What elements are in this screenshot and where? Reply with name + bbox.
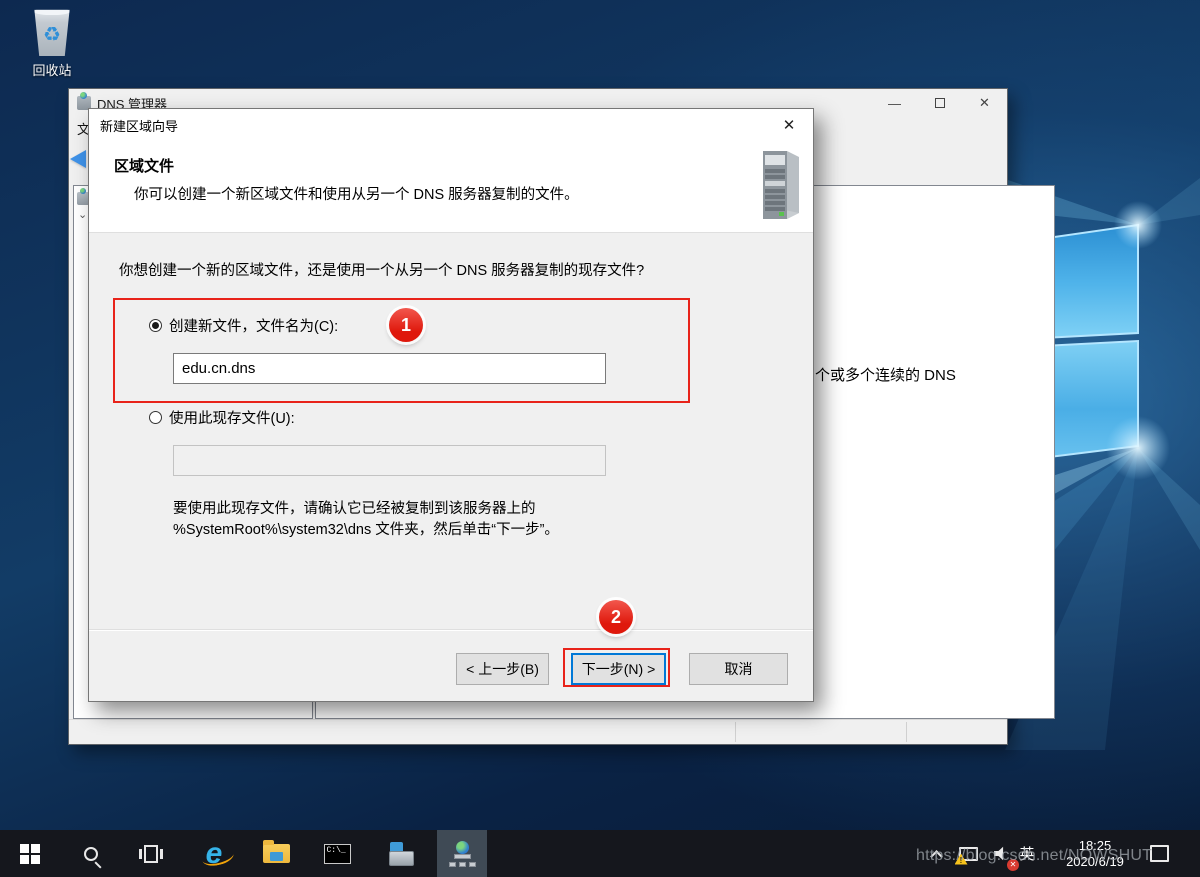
cancel-button[interactable]: 取消 (689, 653, 788, 685)
recycle-bin-label: 回收站 (32, 63, 72, 78)
annotation-step-1: 1 (389, 308, 423, 342)
wizard-question: 你想创建一个新的区域文件，还是使用一个从另一个 DNS 服务器复制的现存文件? (119, 263, 645, 279)
watermark-text: https://blog.csdn.net/NOWSHUT (916, 847, 1153, 864)
dns-manager-icon (449, 840, 476, 867)
wizard-note-line1: 要使用此现存文件，请确认它已经被复制到该服务器上的 (173, 501, 536, 517)
file-explorer-button[interactable] (253, 830, 299, 877)
search-icon (84, 846, 98, 861)
back-button[interactable]: < 上一步(B) (456, 653, 549, 685)
wizard-title: 新建区域向导 (100, 118, 179, 134)
server-manager-button[interactable] (377, 830, 423, 877)
status-separator (906, 722, 907, 742)
minimize-button[interactable]: — (872, 89, 917, 117)
dns-manager-taskbar-button[interactable] (437, 830, 487, 877)
close-button[interactable]: ✕ (962, 89, 1007, 117)
recycle-bin-shortcut[interactable]: ♻ 回收站 (20, 8, 84, 79)
wizard-header: 区域文件 你可以创建一个新区域文件和使用从另一个 DNS 服务器复制的文件。 (89, 141, 813, 233)
new-zone-wizard-dialog: 新建区域向导 ✕ 区域文件 你可以创建一个新区域文件和使用从另一个 DNS 服务… (88, 108, 814, 702)
background-text-fragment: 个或多个连续的 DNS (815, 367, 956, 384)
server-tower-icon (763, 151, 799, 219)
annotation-box-next-button (563, 648, 670, 687)
desktop: ♻ 回收站 DNS 管理器 — ✕ 文 ⌄ 个或多个连续的 DNS 新建区域向导… (0, 0, 1200, 877)
dns-status-bar (69, 719, 1007, 744)
recycle-bin-icon: ♻ (34, 9, 70, 56)
command-prompt-button[interactable]: C:\_ (314, 830, 360, 877)
server-manager-icon (387, 841, 414, 866)
task-view-icon (139, 844, 163, 863)
search-button[interactable] (68, 830, 114, 877)
annotation-step-2: 2 (599, 600, 633, 634)
wizard-step-heading: 区域文件 (114, 158, 175, 175)
maximize-icon (934, 98, 945, 108)
maximize-button[interactable] (917, 89, 962, 117)
wizard-close-button[interactable]: ✕ (769, 111, 809, 139)
internet-explorer-button[interactable]: e (191, 830, 237, 877)
recycle-glyph-icon: ♻ (43, 23, 61, 46)
start-button[interactable] (7, 830, 53, 877)
tree-expand-chevron-icon[interactable]: ⌄ (78, 208, 87, 221)
internet-explorer-icon: e (205, 836, 223, 870)
status-separator (735, 722, 736, 742)
windows-logo-icon (20, 843, 40, 864)
wizard-note: 要使用此现存文件，请确认它已经被复制到该服务器上的 %SystemRoot%\s… (173, 499, 559, 541)
existing-file-input (173, 445, 606, 476)
radio-unselected-icon[interactable] (149, 411, 162, 424)
buttonbar-separator (89, 629, 813, 630)
radio-existing-label: 使用此现存文件(U): (169, 411, 295, 427)
wizard-note-line2: %SystemRoot%\system32\dns 文件夹，然后单击“下一步”。 (173, 522, 559, 538)
folder-icon (262, 840, 290, 863)
wizard-titlebar[interactable]: 新建区域向导 (89, 109, 813, 141)
console-icon: C:\_ (323, 843, 351, 864)
wizard-step-subheading: 你可以创建一个新区域文件和使用从另一个 DNS 服务器复制的文件。 (134, 187, 579, 203)
action-center-icon (1149, 845, 1169, 862)
task-view-button[interactable] (128, 830, 174, 877)
radio-use-existing-file[interactable]: 使用此现存文件(U): (149, 407, 295, 428)
back-arrow-icon[interactable] (70, 150, 86, 168)
